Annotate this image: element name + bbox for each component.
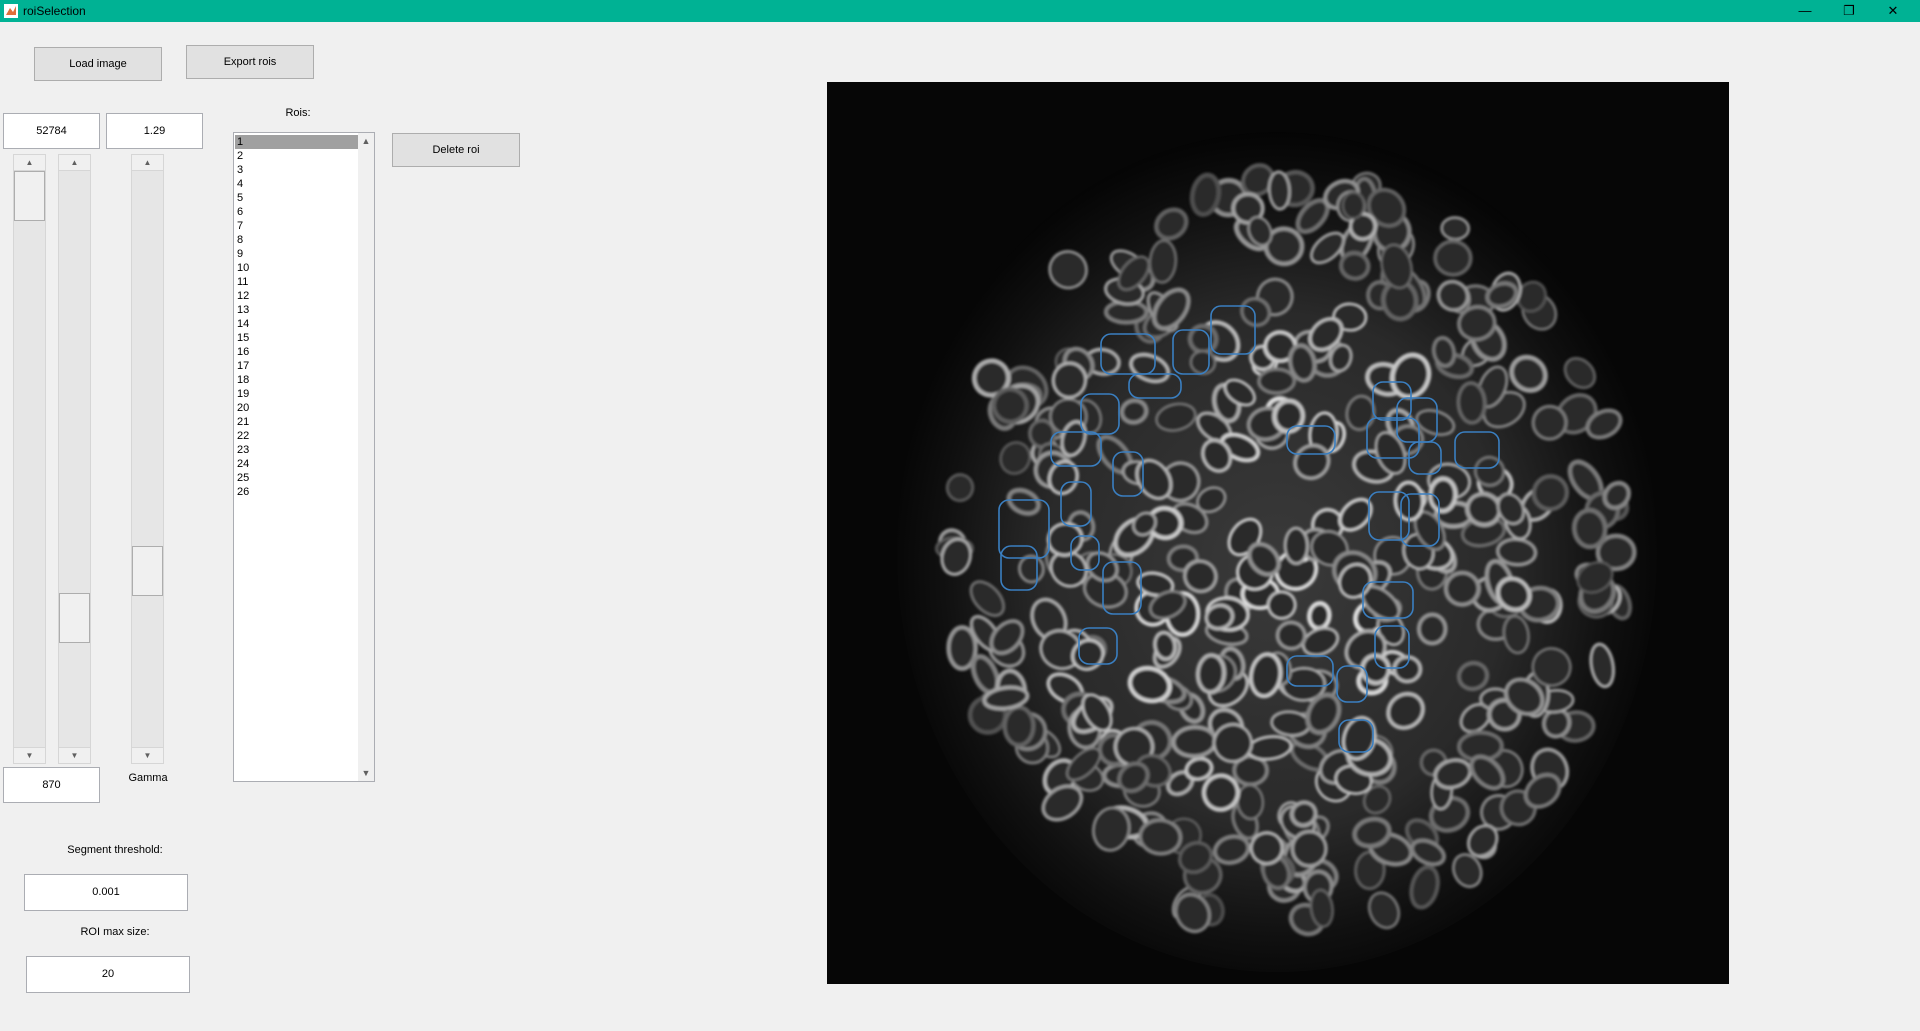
gamma-slider-thumb[interactable] [132,545,163,596]
list-item[interactable]: 7 [235,219,358,233]
cell-shape [1307,600,1332,631]
slider-down-arrow-icon[interactable]: ▼ [59,747,90,763]
cell-shape [1267,170,1291,211]
cell-shape [1341,191,1366,220]
title-bar: roiSelection — ❐ ✕ [0,0,1920,22]
list-item[interactable]: 14 [235,317,358,331]
min-value-field[interactable]: 870 [3,767,100,803]
gamma-label: Gamma [128,772,168,784]
slider-down-arrow-icon[interactable]: ▼ [132,747,163,763]
image-display[interactable] [827,82,1729,984]
list-item[interactable]: 16 [235,345,358,359]
slider-up-arrow-icon[interactable]: ▲ [14,155,45,171]
cell-shape [1290,830,1328,868]
cell-shape [1283,526,1309,565]
cell-shape [1416,612,1448,646]
microscopy-image[interactable] [827,82,1729,984]
minimize-icon[interactable]: — [1782,0,1828,22]
roi-max-size-label: ROI max size: [80,926,150,938]
list-item[interactable]: 2 [235,149,358,163]
list-item[interactable]: 21 [235,415,358,429]
min-slider-thumb[interactable] [59,593,90,644]
listbox-scrollbar[interactable]: ▲ ▼ [358,133,374,781]
segment-threshold-field[interactable]: 0.001 [24,874,188,911]
min-slider[interactable]: ▲ ▼ [58,154,91,764]
cell-shape [1257,367,1297,395]
list-item[interactable]: 6 [235,205,358,219]
cell-shape [1002,705,1036,748]
max-slider-thumb[interactable] [14,171,45,221]
list-item[interactable]: 9 [235,247,358,261]
delete-roi-button[interactable]: Delete roi [392,133,520,167]
list-item[interactable]: 25 [235,471,358,485]
list-item[interactable]: 3 [235,163,358,177]
list-item[interactable]: 19 [235,387,358,401]
close-icon[interactable]: ✕ [1870,0,1916,22]
list-item[interactable]: 26 [235,485,358,499]
cell-shape [1456,381,1487,425]
gamma-value-field[interactable]: 1.29 [106,113,203,149]
list-item[interactable]: 17 [235,359,358,373]
list-item[interactable]: 13 [235,303,358,317]
list-item[interactable]: 24 [235,457,358,471]
slider-down-arrow-icon[interactable]: ▼ [14,747,45,763]
cell-shape [1195,652,1227,695]
window-title: roiSelection [23,4,86,18]
list-item[interactable]: 12 [235,289,358,303]
cell-shape [1275,620,1307,651]
list-item[interactable]: 11 [235,275,358,289]
list-item[interactable]: 4 [235,177,358,191]
cell-shape [1138,818,1183,856]
load-image-button[interactable]: Load image [34,47,162,81]
cell-shape [1571,507,1608,550]
list-item[interactable]: 18 [235,373,358,387]
list-item[interactable]: 10 [235,261,358,275]
cell-shape [1272,398,1306,434]
cell-shape [1171,724,1218,759]
list-item[interactable]: 15 [235,331,358,345]
matlab-icon [4,4,18,18]
list-item[interactable]: 23 [235,443,358,457]
restore-icon[interactable]: ❐ [1826,0,1872,22]
rois-listbox[interactable]: 1 2 3 4 5 6 7 8 9 10 11 12 13 14 15 16 17 18 19 20 21 22 23 24 2… [233,132,375,782]
rois-label: Rois: [285,107,311,119]
roi-max-size-field[interactable]: 20 [26,956,190,993]
list-item[interactable]: 22 [235,429,358,443]
scroll-up-arrow-icon[interactable]: ▲ [358,133,374,149]
slider-up-arrow-icon[interactable]: ▲ [132,155,163,171]
cell-shape [1392,655,1423,684]
export-rois-button[interactable]: Export rois [186,45,314,79]
list-item[interactable]: 8 [235,233,358,247]
list-item[interactable]: 1 [235,135,358,149]
slider-up-arrow-icon[interactable]: ▲ [59,155,90,171]
max-value-field[interactable]: 52784 [3,113,100,149]
scroll-down-arrow-icon[interactable]: ▼ [358,765,374,781]
cell-shape [1433,239,1473,277]
list-item[interactable]: 20 [235,401,358,415]
list-item[interactable]: 5 [235,191,358,205]
max-slider[interactable]: ▲ ▼ [13,154,46,764]
segment-threshold-label: Segment threshold: [67,844,163,856]
gamma-slider[interactable]: ▲ ▼ [131,154,164,764]
cell-shape [1440,216,1471,241]
